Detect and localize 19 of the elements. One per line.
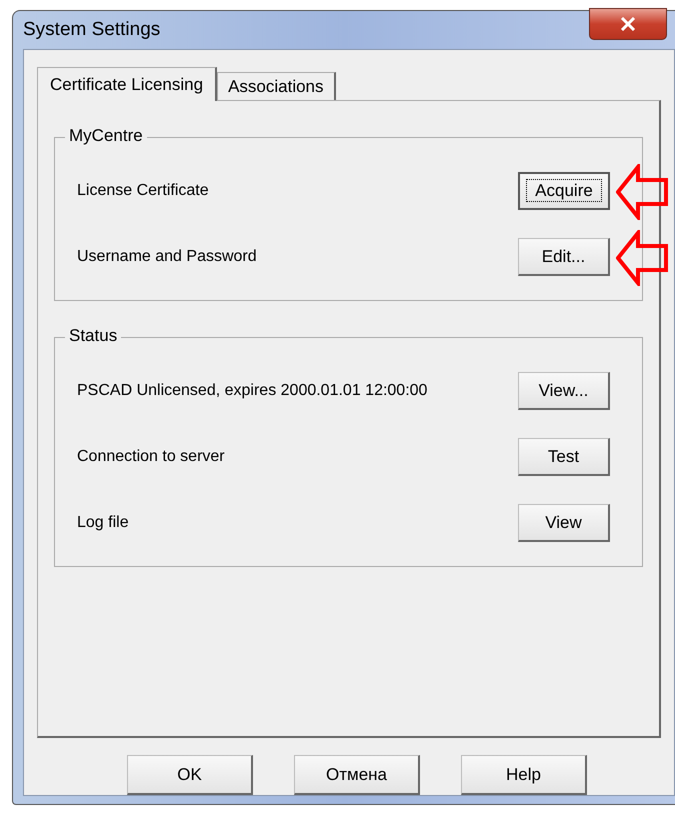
group-title: MyCentre	[65, 126, 147, 146]
close-button[interactable]	[589, 8, 667, 40]
close-icon	[620, 17, 636, 31]
action-button[interactable]: Edit...	[518, 238, 610, 276]
setting-label: PSCAD Unlicensed, expires 2000.01.01 12:00:00	[77, 382, 428, 400]
setting-label: Connection to server	[77, 448, 225, 466]
action-button[interactable]: Acquire	[518, 172, 610, 210]
setting-label: Username and Password	[77, 248, 257, 266]
action-button[interactable]: Test	[518, 438, 610, 476]
setting-label: Log file	[77, 514, 129, 532]
action-button[interactable]: View	[518, 504, 610, 542]
window-title: System Settings	[23, 19, 160, 41]
setting-label: License Certificate	[77, 182, 209, 200]
dialog-button[interactable]: Отмена	[294, 755, 420, 795]
tab[interactable]: Certificate Licensing	[37, 67, 218, 101]
dialog-button[interactable]: OK	[127, 755, 253, 795]
dialog-button[interactable]: Help	[461, 755, 587, 795]
tab[interactable]: Associations	[217, 72, 336, 100]
action-button[interactable]: View...	[518, 372, 610, 410]
